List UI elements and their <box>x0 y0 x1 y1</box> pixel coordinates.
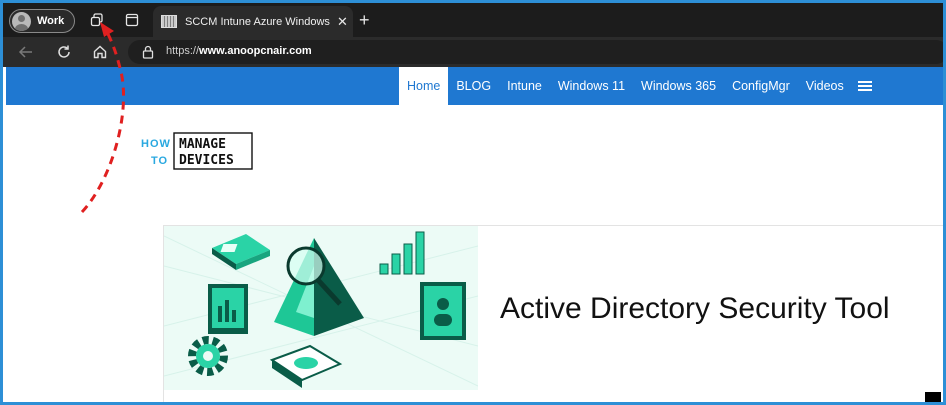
tab-title: SCCM Intune Azure Windows VD <box>185 15 333 28</box>
browser-toolbar: https://www.anoopcnair.com <box>3 37 943 67</box>
nav-windows-11[interactable]: Windows 11 <box>550 67 633 105</box>
site-logo[interactable]: HOW TO MANAGE DEVICES <box>139 131 259 171</box>
browser-window: Work SCCM Intune Azure Windows VD ✕ + ht… <box>3 3 943 402</box>
corner-marker <box>925 392 941 402</box>
nav-home[interactable]: Home <box>399 67 449 105</box>
tab-actions-icon[interactable] <box>124 12 140 28</box>
back-icon[interactable] <box>17 43 35 61</box>
monitor-chart-icon <box>208 284 248 334</box>
nav-blog[interactable]: BLOG <box>448 67 499 105</box>
lock-icon[interactable] <box>142 45 154 64</box>
url-domain: www.anoopcnair.com <box>199 45 312 57</box>
logo-devices: DEVICES <box>179 153 234 168</box>
user-card-icon <box>420 282 466 340</box>
workspaces-icon[interactable] <box>89 12 105 28</box>
logo-to: TO <box>151 155 168 167</box>
profile-button[interactable]: Work <box>9 9 75 33</box>
tab-close-icon[interactable]: ✕ <box>337 14 348 30</box>
site-favicon-icon <box>161 15 177 28</box>
url-scheme: https:// <box>166 45 200 57</box>
logo-manage: MANAGE <box>179 137 226 152</box>
nav-configmgr[interactable]: ConfigMgr <box>724 67 798 105</box>
address-bar[interactable]: https://www.anoopcnair.com <box>128 40 943 64</box>
home-icon[interactable] <box>91 43 109 61</box>
hero-illustration <box>164 226 478 390</box>
featured-post-card[interactable]: Active Directory Security Tool <box>163 225 943 402</box>
avatar <box>12 11 31 31</box>
logo-how: HOW <box>141 138 171 150</box>
profile-label: Work <box>37 15 65 27</box>
nav-windows-365[interactable]: Windows 365 <box>633 67 724 105</box>
tab-strip: Work SCCM Intune Azure Windows VD ✕ + <box>3 3 943 37</box>
active-tab[interactable]: SCCM Intune Azure Windows VD ✕ <box>153 6 353 37</box>
site-navigation: Home BLOG Intune Windows 11 Windows 365 … <box>6 67 943 105</box>
nav-intune[interactable]: Intune <box>499 67 550 105</box>
post-title[interactable]: Active Directory Security Tool <box>500 292 890 326</box>
url-text: https://www.anoopcnair.com <box>166 45 312 57</box>
nav-videos[interactable]: Videos <box>798 67 852 105</box>
menu-icon[interactable] <box>857 81 872 91</box>
new-tab-button[interactable]: + <box>359 10 370 31</box>
refresh-icon[interactable] <box>55 43 73 61</box>
nav-menu: Home BLOG Intune Windows 11 Windows 365 … <box>399 67 878 105</box>
